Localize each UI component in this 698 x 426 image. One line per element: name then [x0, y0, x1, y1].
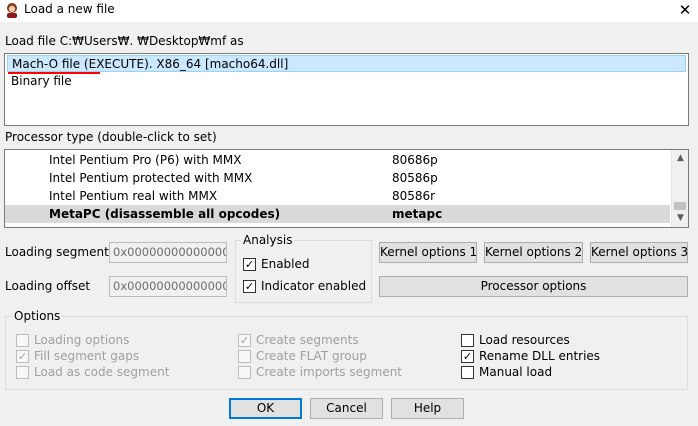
- processor-name: Intel Pentium Pro (P6) with MMX: [49, 153, 242, 167]
- file-format-item[interactable]: Binary file: [7, 73, 686, 90]
- check-icon: ✓: [244, 280, 255, 293]
- load-file-label: Load file C:₩Users₩. ₩Desktop₩mf as: [5, 34, 244, 48]
- processor-type-list[interactable]: Intel Pentium Pro (P6) with MMX 80686p I…: [4, 149, 689, 228]
- help-button[interactable]: Help: [391, 398, 464, 419]
- enabled-checkbox[interactable]: ✓: [243, 258, 256, 271]
- close-icon[interactable]: ✕: [672, 0, 698, 22]
- fill-segment-gaps-label: Fill segment gaps: [34, 349, 140, 363]
- window-title: Load a new file: [24, 2, 115, 16]
- options-group-title: Options: [12, 309, 63, 323]
- indicator-enabled-label: Indicator enabled: [261, 279, 367, 293]
- file-format-list[interactable]: Mach-O file (EXECUTE). X86_64 [macho64.d…: [4, 53, 689, 126]
- rename-dll-entries-label: Rename DLL entries: [479, 349, 601, 363]
- loading-segment-field[interactable]: 0x0000000000000000: [109, 242, 227, 263]
- cancel-button[interactable]: Cancel: [310, 398, 383, 419]
- processor-row[interactable]: Intel Pentium real with MMX 80586r: [5, 187, 670, 205]
- scroll-up-icon[interactable]: ▲: [672, 150, 688, 167]
- processor-row-selected[interactable]: MetaPC (disassemble all opcodes) metapc: [5, 205, 670, 223]
- processor-code: 80586r: [392, 189, 436, 203]
- loading-options-label: Loading options: [34, 333, 130, 347]
- loading-offset-label: Loading offset: [5, 279, 91, 293]
- scrollbar-thumb[interactable]: [674, 202, 686, 210]
- ok-button[interactable]: OK: [229, 398, 302, 419]
- create-flat-group-checkbox[interactable]: [238, 350, 251, 363]
- loading-segment-label: Loading segment: [5, 245, 109, 259]
- rename-dll-entries-checkbox[interactable]: ✓: [461, 350, 474, 363]
- create-flat-group-label: Create FLAT group: [256, 349, 367, 363]
- kernel-options-1-button[interactable]: Kernel options 1: [379, 242, 477, 263]
- vertical-scrollbar[interactable]: ▲ ▼: [671, 150, 688, 227]
- create-segments-checkbox[interactable]: ✓: [238, 334, 251, 347]
- indicator-enabled-checkbox[interactable]: ✓: [243, 280, 256, 293]
- check-icon: ✓: [239, 334, 250, 347]
- processor-row[interactable]: Intel Pentium Pro (P6) with MMX 80686p: [5, 151, 670, 169]
- check-icon: ✓: [462, 350, 473, 363]
- manual-load-label: Manual load: [479, 365, 553, 379]
- loading-options-checkbox[interactable]: [16, 334, 29, 347]
- create-imports-segment-checkbox[interactable]: [238, 366, 251, 379]
- load-resources-label: Load resources: [479, 333, 570, 347]
- check-icon: ✓: [17, 350, 28, 363]
- check-icon: ✓: [244, 258, 255, 271]
- file-format-item[interactable]: Mach-O file (EXECUTE). X86_64 [macho64.d…: [7, 55, 686, 72]
- load-as-code-segment-checkbox[interactable]: [16, 366, 29, 379]
- kernel-options-3-button[interactable]: Kernel options 3: [590, 242, 688, 263]
- kernel-options-2-button[interactable]: Kernel options 2: [484, 242, 583, 263]
- processor-code: 80586p: [392, 171, 438, 185]
- processor-code: 80686p: [392, 153, 438, 167]
- processor-name: Intel Pentium protected with MMX: [49, 171, 253, 185]
- create-segments-label: Create segments: [256, 333, 359, 347]
- create-imports-segment-label: Create imports segment: [256, 365, 403, 379]
- load-as-code-segment-label: Load as code segment: [34, 365, 170, 379]
- processor-name: MetaPC (disassemble all opcodes): [49, 207, 281, 221]
- processor-options-button[interactable]: Processor options: [379, 276, 688, 297]
- enabled-label: Enabled: [261, 257, 310, 271]
- fill-segment-gaps-checkbox[interactable]: ✓: [16, 350, 29, 363]
- processor-row[interactable]: Intel Pentium protected with MMX 80586p: [5, 169, 670, 187]
- analysis-group: [235, 240, 372, 303]
- processor-code: metapc: [392, 207, 443, 221]
- load-resources-checkbox[interactable]: [461, 334, 474, 347]
- title-bar: Load a new file ✕: [0, 0, 698, 22]
- processor-name: Intel Pentium real with MMX: [49, 189, 218, 203]
- loading-offset-field[interactable]: 0x0000000000000000: [109, 276, 227, 297]
- scroll-down-icon[interactable]: ▼: [672, 210, 688, 227]
- ida-app-icon: [7, 3, 17, 18]
- red-underline-annotation: [8, 72, 100, 74]
- analysis-group-title: Analysis: [241, 233, 295, 247]
- manual-load-checkbox[interactable]: [461, 366, 474, 379]
- processor-type-label: Processor type (double-click to set): [5, 130, 217, 144]
